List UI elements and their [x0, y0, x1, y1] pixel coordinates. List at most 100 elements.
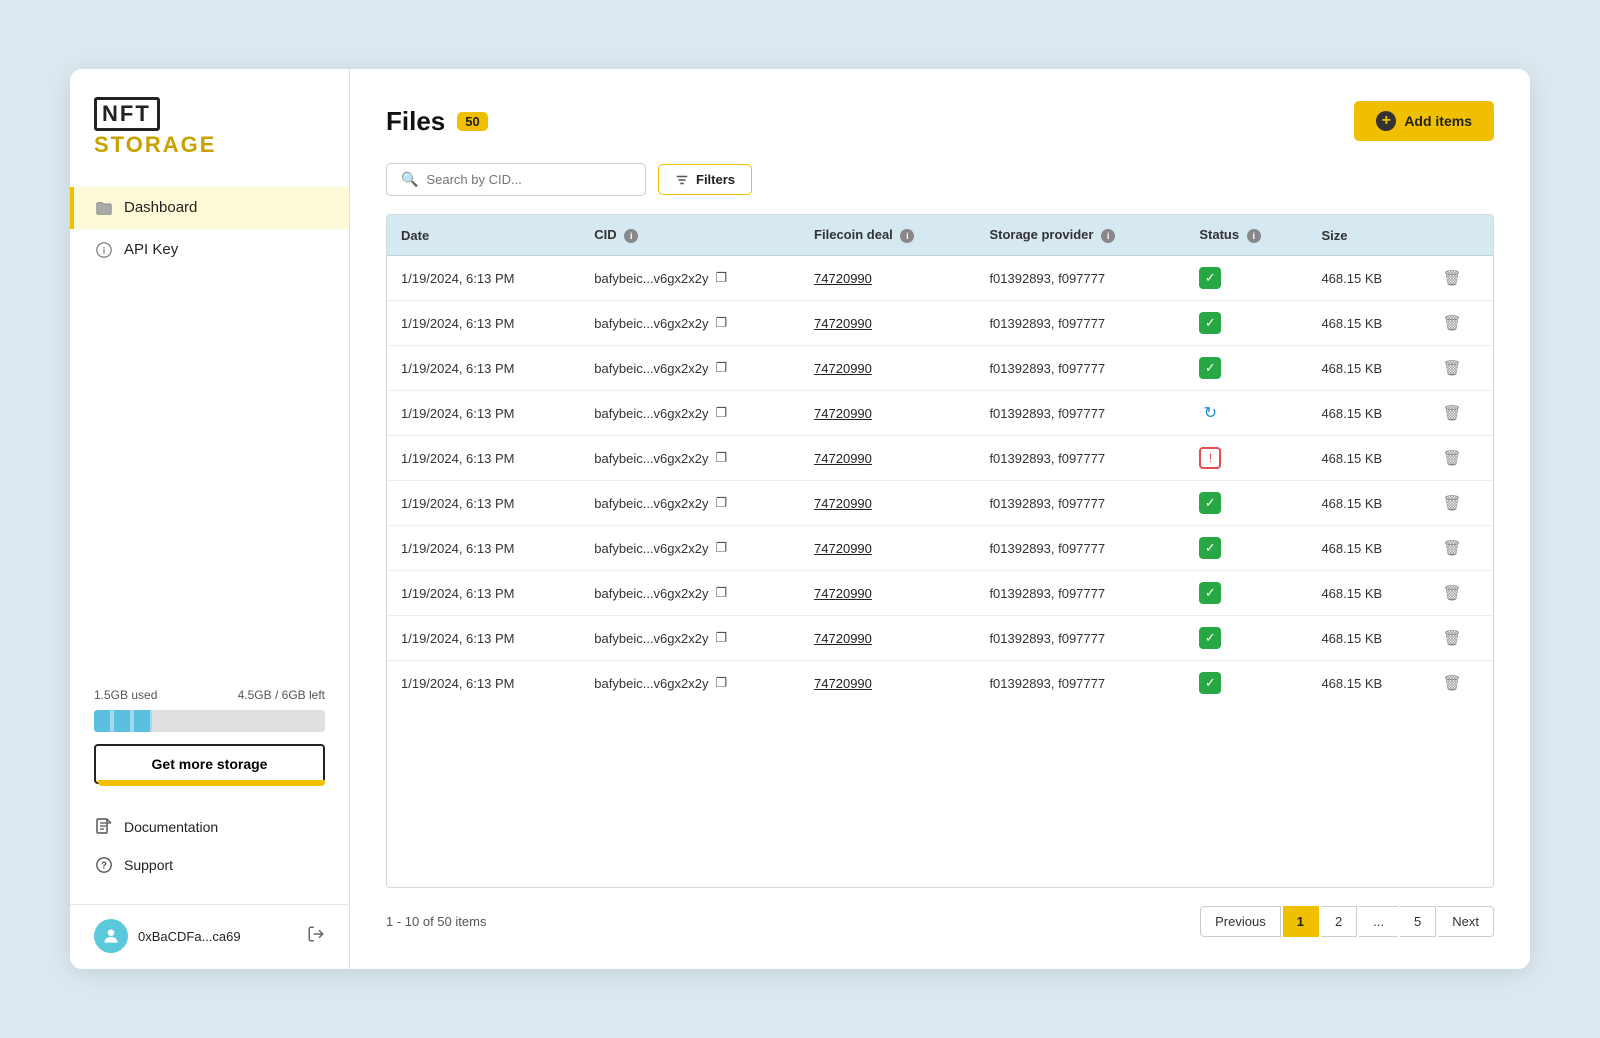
filecoin-link[interactable]: 74720990: [814, 406, 872, 421]
cid-value: bafybeic...v6gx2x2y: [594, 451, 708, 466]
copy-icon[interactable]: ❐: [715, 630, 727, 646]
delete-icon[interactable]: 🗑: [1443, 405, 1462, 422]
cid-value: bafybeic...v6gx2x2y: [594, 496, 708, 511]
files-table-wrap: Date CID i Filecoin deal i Storage provi…: [386, 214, 1494, 888]
get-more-storage-button[interactable]: Get more storage: [94, 744, 325, 784]
cell-delete: 🗑: [1429, 481, 1493, 526]
filecoin-link[interactable]: 74720990: [814, 586, 872, 601]
cell-date: 1/19/2024, 6:13 PM: [387, 256, 580, 301]
delete-icon[interactable]: 🗑: [1443, 270, 1462, 287]
col-status: Status i: [1185, 215, 1307, 256]
cell-filecoin: 74720990: [800, 391, 975, 436]
cell-filecoin: 74720990: [800, 616, 975, 661]
cid-value: bafybeic...v6gx2x2y: [594, 541, 708, 556]
status-warning-icon: !: [1199, 447, 1221, 469]
copy-icon[interactable]: ❐: [715, 540, 727, 556]
cell-cid: bafybeic...v6gx2x2y❐: [580, 571, 800, 616]
delete-icon[interactable]: 🗑: [1443, 450, 1462, 467]
cell-delete: 🗑: [1429, 571, 1493, 616]
logout-icon[interactable]: [307, 925, 325, 948]
filecoin-link[interactable]: 74720990: [814, 451, 872, 466]
page-2-button[interactable]: 2: [1321, 906, 1357, 937]
filecoin-link[interactable]: 74720990: [814, 631, 872, 646]
page-1-button[interactable]: 1: [1283, 906, 1319, 937]
cell-provider: f01392893, f097777: [975, 616, 1185, 661]
status-check-icon: ✓: [1199, 582, 1221, 604]
delete-icon[interactable]: 🗑: [1443, 360, 1462, 377]
copy-icon[interactable]: ❐: [715, 315, 727, 331]
next-button[interactable]: Next: [1438, 906, 1494, 937]
cell-date: 1/19/2024, 6:13 PM: [387, 346, 580, 391]
cell-status: ↻: [1185, 391, 1307, 436]
cell-filecoin: 74720990: [800, 301, 975, 346]
filecoin-link[interactable]: 74720990: [814, 496, 872, 511]
delete-icon[interactable]: 🗑: [1443, 495, 1462, 512]
cell-cid: bafybeic...v6gx2x2y❐: [580, 391, 800, 436]
cell-filecoin: 74720990: [800, 481, 975, 526]
storage-used: 1.5GB used: [94, 688, 157, 702]
col-size: Size: [1307, 215, 1428, 256]
delete-icon[interactable]: 🗑: [1443, 585, 1462, 602]
previous-button[interactable]: Previous: [1200, 906, 1281, 937]
apikey-label: API Key: [124, 241, 178, 258]
cell-delete: 🗑: [1429, 661, 1493, 706]
documentation-link[interactable]: Documentation: [94, 808, 325, 846]
copy-icon[interactable]: ❐: [715, 495, 727, 511]
provider-info-icon: i: [1101, 229, 1115, 243]
cell-cid: bafybeic...v6gx2x2y ❐: [580, 661, 800, 706]
table-row: 1/19/2024, 6:13 PM bafybeic...v6gx2x2y ❐ 74…: [387, 436, 1493, 481]
sidebar-nav: Dashboard i API Key: [70, 187, 349, 676]
pagination-bar: 1 - 10 of 50 items Previous 1 2 ... 5 Ne…: [386, 906, 1494, 937]
copy-icon[interactable]: ❐: [715, 270, 727, 286]
table-row: 1/19/2024, 6:13 PM bafybeic...v6gx2x2y ❐ 74…: [387, 346, 1493, 391]
filters-button[interactable]: Filters: [658, 164, 752, 195]
delete-icon[interactable]: 🗑: [1443, 675, 1462, 692]
delete-icon[interactable]: 🗑: [1443, 630, 1462, 647]
copy-icon[interactable]: ❐: [715, 585, 727, 601]
cid-value: bafybeic...v6gx2x2y: [594, 676, 708, 691]
cell-date: 1/19/2024, 6:13 PM: [387, 616, 580, 661]
status-check-icon: ✓: [1199, 537, 1221, 559]
status-check-icon: ✓: [1199, 267, 1221, 289]
cell-date: 1/19/2024, 6:13 PM: [387, 436, 580, 481]
filecoin-link[interactable]: 74720990: [814, 361, 872, 376]
storage-info: 1.5GB used 4.5GB / 6GB left: [94, 688, 325, 702]
delete-icon[interactable]: 🗑: [1443, 315, 1462, 332]
cell-size: 468.15 KB: [1307, 481, 1428, 526]
cell-date: 1/19/2024, 6:13 PM: [387, 526, 580, 571]
info-circle-icon: i: [94, 240, 114, 260]
cell-provider: f01392893, f097777: [975, 346, 1185, 391]
storage-bar: [94, 710, 325, 732]
cell-status: ✓: [1185, 256, 1307, 301]
filecoin-link[interactable]: 74720990: [814, 676, 872, 691]
sidebar-item-apikey[interactable]: i API Key: [70, 229, 349, 271]
status-check-icon: ✓: [1199, 492, 1221, 514]
filters-label: Filters: [696, 172, 735, 187]
table-body: 1/19/2024, 6:13 PM bafybeic...v6gx2x2y ❐ 74…: [387, 256, 1493, 706]
cell-status: ✓: [1185, 346, 1307, 391]
cell-date: 1/19/2024, 6:13 PM: [387, 391, 580, 436]
support-link[interactable]: ? Support: [94, 846, 325, 884]
cid-value: bafybeic...v6gx2x2y: [594, 361, 708, 376]
copy-icon[interactable]: ❐: [715, 450, 727, 466]
copy-icon[interactable]: ❐: [715, 675, 727, 691]
add-items-button[interactable]: + Add items: [1354, 101, 1494, 141]
cid-value: bafybeic...v6gx2x2y: [594, 631, 708, 646]
delete-icon[interactable]: 🗑: [1443, 540, 1462, 557]
search-input[interactable]: [426, 172, 631, 187]
sidebar-item-dashboard[interactable]: Dashboard: [70, 187, 349, 229]
cell-provider: f01392893, f097777: [975, 301, 1185, 346]
user-bar: 0xBaCDFa...ca69: [70, 904, 349, 953]
logo: NFT STORAGE: [94, 97, 325, 159]
cell-delete: 🗑: [1429, 256, 1493, 301]
pagination-info: 1 - 10 of 50 items: [386, 914, 486, 929]
filecoin-link[interactable]: 74720990: [814, 316, 872, 331]
filecoin-link[interactable]: 74720990: [814, 541, 872, 556]
page-5-button[interactable]: 5: [1400, 906, 1436, 937]
cell-status: ✓: [1185, 661, 1307, 706]
copy-icon[interactable]: ❐: [715, 360, 727, 376]
cell-cid: bafybeic...v6gx2x2y ❐: [580, 436, 800, 481]
sidebar: NFT STORAGE Dashboard i: [70, 69, 350, 969]
copy-icon[interactable]: ❐: [715, 405, 727, 421]
filecoin-link[interactable]: 74720990: [814, 271, 872, 286]
